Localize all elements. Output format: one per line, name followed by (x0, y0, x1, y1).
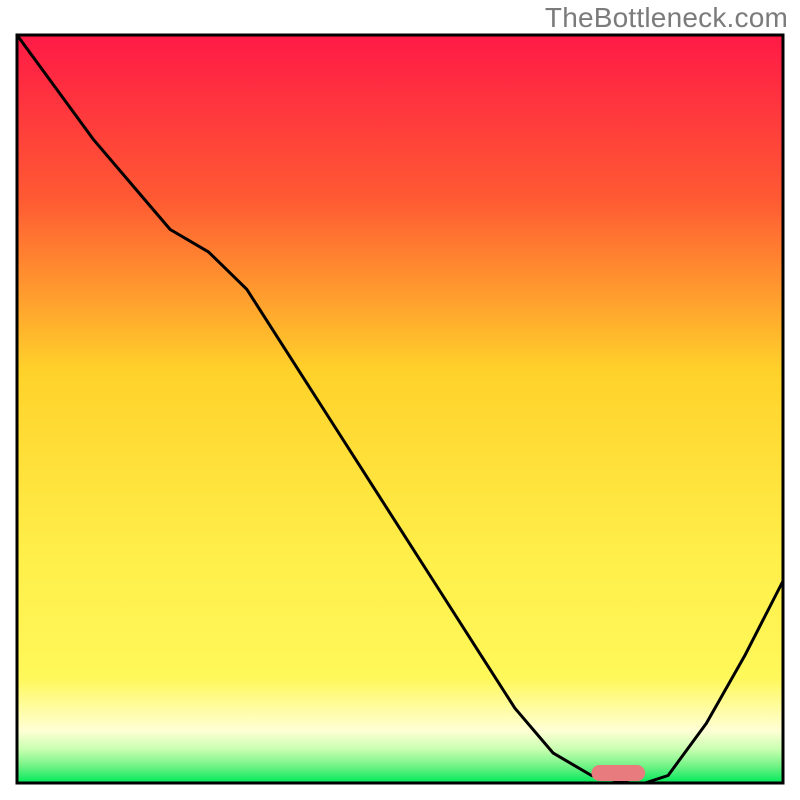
optimal-range-marker (592, 765, 646, 781)
chart-frame: TheBottleneck.com (0, 0, 800, 800)
chart-background (17, 35, 783, 783)
bottleneck-chart (0, 0, 800, 800)
